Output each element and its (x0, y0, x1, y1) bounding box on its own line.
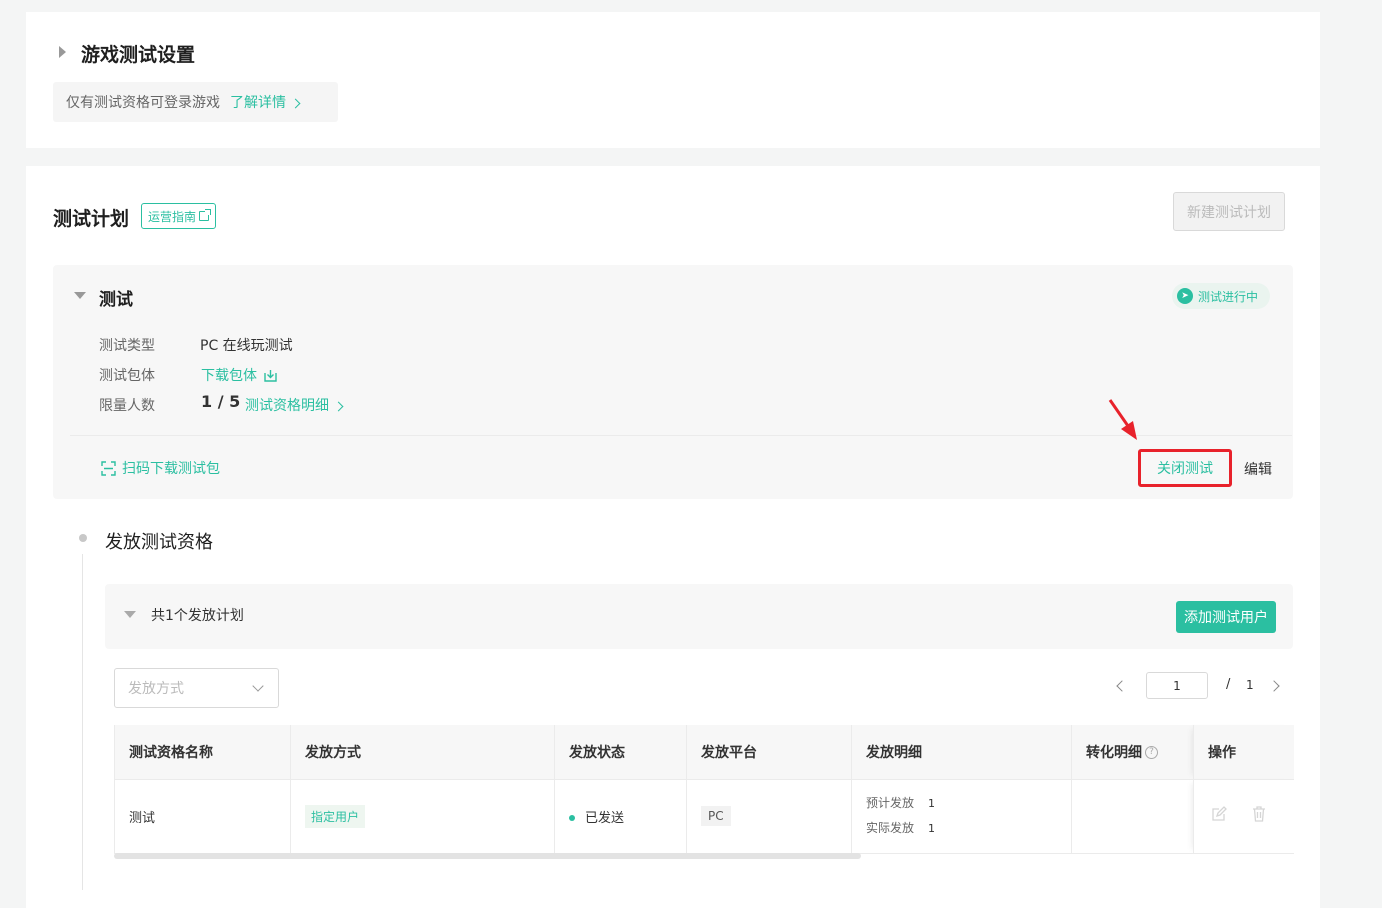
test-plan-card: 测试计划 运营指南 新建测试计划 测试 ➤ 测试进行中 测试类型 PC 在线玩测… (26, 166, 1320, 908)
actual-value: 1 (928, 822, 936, 835)
settings-title: 游戏测试设置 (81, 44, 196, 66)
notice-text: 仅有测试资格可登录游戏 (66, 95, 220, 111)
method-tag: 指定用户 (305, 804, 366, 828)
distribution-summary: 共1个发放计划 (151, 608, 244, 624)
distribution-method-select[interactable]: 发放方式 (114, 668, 279, 708)
col-header-method: 发放方式 (290, 725, 555, 780)
plan-panel: 测试 ➤ 测试进行中 测试类型 PC 在线玩测试 测试包体 下载包体 限量人数 … (53, 265, 1293, 499)
scan-download-link[interactable]: 扫码下载测试包 (101, 458, 220, 478)
col-header-status: 发放状态 (554, 725, 687, 780)
col-header-actions: 操作 (1193, 725, 1294, 780)
learn-more-link[interactable]: 了解详情 (230, 92, 301, 112)
table-header-row: 测试资格名称 发放方式 发放状态 发放平台 发放明细 转化明细? 操作 (114, 725, 1294, 780)
plan-section-title: 测试计划 (53, 208, 130, 230)
table-row: 测试 指定用户 已发送 PC 预计发放 1 实际发放 1 (114, 779, 1294, 854)
cell-conversion (1071, 779, 1194, 854)
limit-label: 限量人数 (99, 398, 155, 414)
type-label: 测试类型 (99, 338, 155, 354)
distribution-summary-bar: 共1个发放计划 添加测试用户 (105, 584, 1293, 649)
col-header-detail: 发放明细 (851, 725, 1072, 780)
game-test-settings-card: 游戏测试设置 仅有测试资格可登录游戏 了解详情 (26, 12, 1320, 148)
login-notice: 仅有测试资格可登录游戏 了解详情 (53, 82, 338, 122)
planned-value: 1 (928, 797, 936, 810)
trash-icon[interactable] (1250, 805, 1268, 823)
edit-icon[interactable] (1210, 805, 1228, 823)
send-icon: ➤ (1177, 288, 1193, 304)
status-dot (569, 815, 575, 821)
external-link-icon (199, 209, 212, 221)
col-header-conversion: 转化明细? (1071, 725, 1194, 780)
page-input[interactable]: 1 (1146, 672, 1208, 699)
close-test-button[interactable]: 关闭测试 (1138, 449, 1232, 487)
download-icon (264, 369, 277, 382)
chevron-down-icon (252, 680, 264, 692)
help-icon[interactable]: ? (1145, 746, 1158, 760)
prev-page-icon[interactable] (1116, 680, 1128, 692)
planned-label: 预计发放 (866, 796, 915, 810)
caret-right-icon[interactable] (59, 46, 66, 58)
caret-down-icon[interactable] (74, 292, 86, 299)
add-test-user-button[interactable]: 添加测试用户 (1176, 601, 1276, 633)
operation-guide-button[interactable]: 运营指南 (141, 203, 217, 229)
distribution-table: 测试资格名称 发放方式 发放状态 发放平台 发放明细 转化明细? 操作 测试 指… (114, 725, 1294, 854)
plan-name: 测试 (99, 290, 133, 310)
next-page-icon[interactable] (1268, 680, 1280, 692)
page-separator: / (1226, 677, 1231, 692)
actual-label: 实际发放 (866, 821, 915, 835)
limit-value: 1 / 5 (201, 392, 241, 411)
distribution-title: 发放测试资格 (105, 532, 213, 553)
platform-tag: PC (701, 806, 731, 826)
col-header-platform: 发放平台 (686, 725, 852, 780)
caret-down-icon[interactable] (124, 611, 136, 618)
new-test-plan-button[interactable]: 新建测试计划 (1173, 192, 1285, 231)
timeline-dot (79, 534, 87, 542)
chevron-right-icon (333, 401, 344, 412)
cell-name: 测试 (114, 779, 291, 854)
horizontal-scrollbar[interactable] (114, 853, 861, 859)
col-header-name: 测试资格名称 (114, 725, 291, 780)
edit-button[interactable]: 编辑 (1244, 459, 1272, 479)
qualification-detail-link[interactable]: 测试资格明细 (245, 395, 344, 415)
scan-icon (101, 460, 116, 476)
download-package-link[interactable]: 下载包体 (201, 365, 278, 385)
chevron-right-icon (290, 98, 301, 109)
package-label: 测试包体 (99, 368, 155, 384)
page-total: 1 (1246, 678, 1254, 692)
status-text: 已发送 (585, 810, 625, 826)
status-badge: ➤ 测试进行中 (1172, 283, 1271, 309)
type-value: PC 在线玩测试 (200, 338, 293, 354)
arrow-annotation-icon (1108, 399, 1137, 440)
timeline-line (82, 554, 83, 890)
